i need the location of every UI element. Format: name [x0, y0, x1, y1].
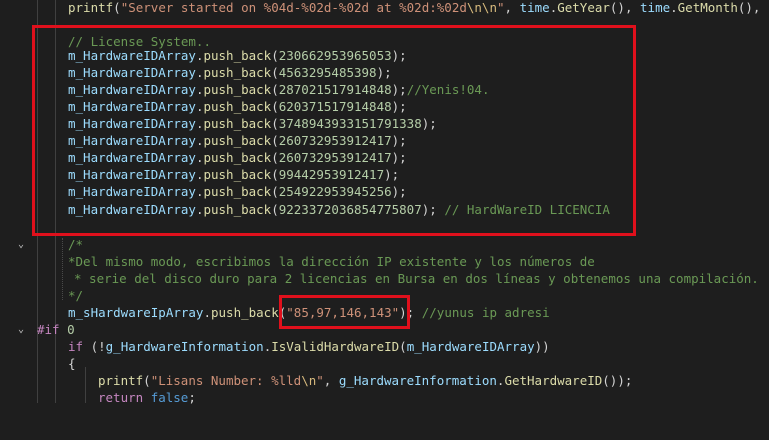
token-variable: time	[519, 0, 550, 15]
token-punct: (	[113, 0, 121, 15]
token-punct: ());	[602, 373, 633, 388]
token-escape: \n	[301, 373, 317, 388]
code-editor[interactable]: printf("Server started on %04d-%02d-%02d…	[0, 0, 769, 406]
token-function: GetMonth	[677, 0, 738, 15]
token-function: printf	[98, 373, 144, 388]
highlight-box-ip-string	[279, 295, 410, 329]
token-escape: \n\n	[466, 0, 497, 15]
code-line[interactable]: printf("Lisans Number: %lld\n", g_Hardwa…	[0, 372, 769, 389]
code-line[interactable]: return false;	[0, 389, 769, 406]
token-function: GetHardwareID	[504, 373, 603, 388]
token-string: "	[316, 373, 324, 388]
token-comment: * serie del disco duro para 2 licencias …	[74, 271, 759, 286]
token-preprocessor: #if	[37, 322, 60, 337]
token-punct: (),	[609, 0, 641, 15]
token-number: 0	[59, 322, 75, 337]
code-line[interactable]: *Del mismo modo, escribimos la dirección…	[0, 253, 769, 270]
token-keyword: if	[68, 339, 84, 354]
code-line[interactable]: printf("Server started on %04d-%02d-%02d…	[0, 0, 769, 16]
token-comment: *Del mismo modo, escribimos la dirección…	[68, 254, 595, 269]
token-variable: g_HardwareInformation	[338, 373, 497, 388]
code-line[interactable]: {	[0, 355, 769, 372]
token-function: push_back	[211, 305, 279, 320]
token-punct: .	[203, 305, 211, 320]
token-comment: /*	[68, 237, 84, 252]
token-string: "Server started on %04d-%02d-%02d at %02…	[120, 0, 467, 15]
token-function: printf	[68, 0, 114, 15]
token-comment: //yunus ip adresi	[414, 305, 550, 320]
token-variable: m_HardwareIDArray	[406, 339, 535, 354]
token-punct: ,	[504, 0, 520, 15]
code-line[interactable]: /*	[0, 236, 769, 253]
token-string: "Lisans Number: %lld	[150, 373, 302, 388]
token-punct: (),	[737, 0, 761, 15]
token-punct: (	[143, 373, 151, 388]
token-punct: {	[68, 356, 76, 371]
code-line[interactable]: if (!g_HardwareInformation.IsValidHardwa…	[0, 338, 769, 355]
code-line[interactable]: * serie del disco duro para 2 licencias …	[0, 270, 769, 287]
token-punct: .	[670, 0, 678, 15]
token-comment: */	[68, 288, 84, 303]
token-punct: ,	[323, 373, 339, 388]
highlight-box-license-block	[32, 25, 636, 236]
token-punct: ))	[534, 339, 550, 354]
token-punct: (	[399, 339, 407, 354]
token-string: "	[496, 0, 505, 15]
token-variable: m_sHardwareIpArray	[68, 305, 204, 320]
token-function: GetYear	[557, 0, 610, 15]
token-variable: time	[640, 0, 671, 15]
token-punct: (!	[83, 339, 106, 354]
token-variable: g_HardwareInformation	[105, 339, 264, 354]
token-function: IsValidHardwareID	[271, 339, 400, 354]
